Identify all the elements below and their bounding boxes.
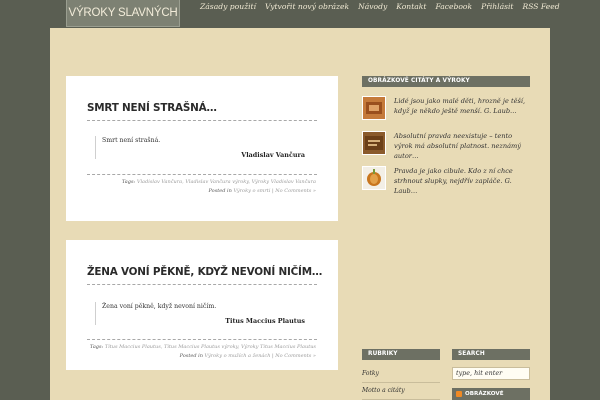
post-category: Posted in Výroky o mužích a ženách | No … [179,353,316,359]
post-divider [87,120,317,121]
rss-icon [456,391,462,397]
post: SMRT NENÍ STRAŠNÁ… Smrt není strašná. Vl… [66,76,338,221]
post-tags: Tags: Vladislav Vančura, Vladislav Vanču… [122,178,316,187]
quote-image-thumbnail[interactable] [362,166,386,190]
quote-text: Žena voní pěkně, když nevoní ničím. [102,303,217,310]
post-category: Posted in Výroky o smrti | No Comments » [208,188,316,194]
quote-image-thumbnail[interactable] [362,96,386,120]
tags-links[interactable]: Titus Maccius Plautus, Titus Maccius Pla… [105,344,316,350]
widget-header-search: SEARCH [452,349,530,360]
quote-text: Smrt není strašná. [102,137,161,144]
quote-image-thumbnail[interactable] [362,131,386,155]
tags-label: Tags: [121,179,136,185]
image-icon [366,102,382,114]
post-divider [87,174,317,175]
onion-icon [367,169,381,186]
featured-item[interactable]: Absolutní pravda neexistuje – tento výro… [362,131,532,160]
post: ŽENA VONÍ PĚKNĚ, KDYŽ NEVONÍ NIČÍM… Žena… [66,240,338,370]
nav-item-create-image[interactable]: Vytvořit nový obrázek [265,0,349,14]
posted-in-label: Posted in [179,353,203,359]
top-bar: VÝROKY SLAVNÝCH Zásady použití Vytvořit … [0,0,600,28]
nav-item-facebook[interactable]: Facebook [435,0,472,14]
nav-item-contact[interactable]: Kontakt [396,0,426,14]
comments-link[interactable]: No Comments » [275,188,316,194]
search-input[interactable]: type, hit enter [452,367,530,380]
featured-quote-text[interactable]: Pravda je jako cibule. Kdo z ní chce str… [394,166,532,196]
post-tags: Tags: Titus Maccius Plautus, Titus Macci… [90,343,316,352]
posted-in-label: Posted in [208,188,232,194]
quote-author: Titus Maccius Plautus [225,317,305,325]
post-divider [87,284,317,285]
featured-item[interactable]: Lidé jsou jako malé děti, hrozně je těší… [362,96,532,122]
featured-quote-text[interactable]: Lidé jsou jako malé děti, hrozně je těší… [394,96,532,116]
rss-widget-header[interactable]: OBRÁZKOVÉ [452,388,530,400]
site-logo[interactable]: VÝROKY SLAVNÝCH [66,0,180,27]
widget-header-featured: OBRÁZKOVÉ CITÁTY A VÝROKY [362,76,530,87]
nav-item-guides[interactable]: Návody [358,0,387,14]
featured-quote-text[interactable]: Absolutní pravda neexistuje – tento výro… [394,131,532,161]
post-divider [87,339,317,340]
nav-item-rules[interactable]: Zásady použití [200,0,256,14]
post-quote: Smrt není strašná. Vladislav Vančura [95,136,305,159]
comments-link[interactable]: No Comments » [275,353,316,359]
quote-author: Vladislav Vančura [241,151,305,159]
category-item[interactable]: Motto a citáty [362,383,440,400]
category-link[interactable]: Výroky o mužích a ženách [205,353,271,359]
category-link[interactable]: Výroky o smrti [233,188,270,194]
tags-links[interactable]: Vladislav Vančura, Vladislav Vančura výr… [137,179,316,185]
nav-item-login[interactable]: Přihlásit [481,0,513,14]
category-item[interactable]: Fotky [362,366,440,383]
image-icon [365,136,383,150]
main-nav: Zásady použití Vytvořit nový obrázek Náv… [200,0,560,14]
rss-label: OBRÁZKOVÉ [465,391,504,397]
widget-header-categories: RUBRIKY [362,349,440,360]
post-quote: Žena voní pěkně, když nevoní ničím. Titu… [95,302,305,325]
nav-item-rss-feed[interactable]: RSS Feed [522,0,559,14]
featured-item[interactable]: Pravda je jako cibule. Kdo z ní chce str… [362,166,532,195]
post-title[interactable]: SMRT NENÍ STRAŠNÁ… [87,102,317,114]
tags-label: Tags: [89,344,104,350]
post-title[interactable]: ŽENA VONÍ PĚKNĚ, KDYŽ NEVONÍ NIČÍM… [87,266,322,278]
